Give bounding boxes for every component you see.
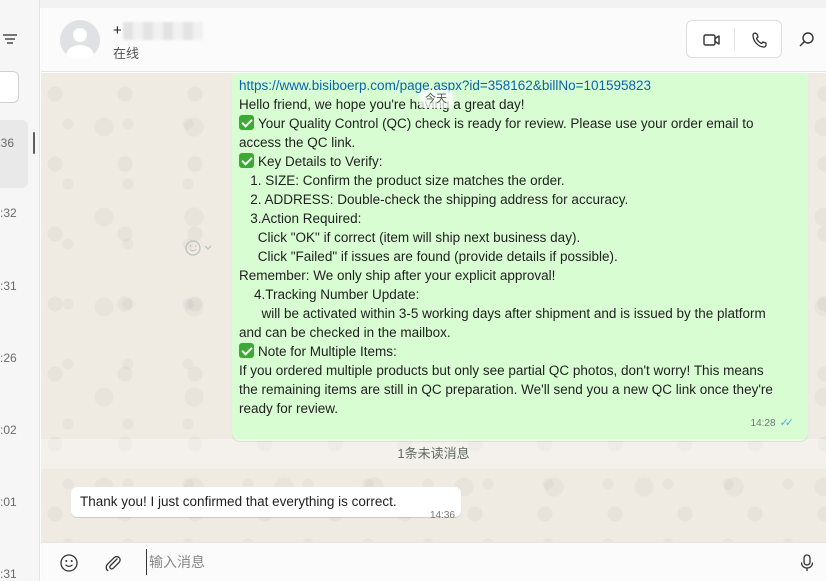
message-line: and can be checked in the mailbox. (239, 325, 451, 340)
message-line: 1. SIZE: Confirm the product size matche… (239, 173, 565, 188)
message-line: Key Details to Verify: (258, 154, 383, 169)
chat-list-time: :31 (0, 567, 17, 581)
incoming-message[interactable]: Thank you! I just confirmed that everyth… (71, 487, 461, 521)
chat-list-time: :31 (0, 279, 17, 293)
message-line: the remaining items are still in QC prep… (239, 382, 773, 397)
message-line: Click "Failed" if issues are found (prov… (239, 249, 618, 264)
chat-list-item[interactable]: :01 (0, 495, 28, 509)
date-separator: 今天 (419, 90, 453, 108)
message-composer (41, 542, 826, 581)
message-line: Your Quality Control (QC) check is ready… (258, 116, 754, 131)
chat-search-input[interactable] (0, 71, 19, 103)
read-receipt-icon: ✓✓ (779, 417, 795, 429)
outgoing-message[interactable]: https://www.bisiboerp.com/page.aspx?id=3… (232, 73, 808, 441)
window-top-strip (0, 0, 826, 8)
contact-status: 在线 (113, 46, 140, 61)
chat-list-time: :36 (0, 136, 14, 150)
message-line: 2. ADDRESS: Double-check the shipping ad… (239, 192, 629, 207)
call-buttons (686, 20, 782, 58)
voice-call-icon[interactable] (745, 29, 773, 51)
chat-list-item[interactable]: :31 (0, 279, 28, 293)
chat-list-item-active[interactable]: :36 (0, 120, 28, 188)
contact-name[interactable]: + (113, 22, 122, 39)
message-text: Thank you! I just confirmed that everyth… (80, 494, 397, 509)
emoji-icon[interactable] (59, 553, 79, 573)
message-line: Note for Multiple Items: (258, 344, 397, 359)
check-mark-icon (239, 343, 254, 358)
message-line: will be activated within 3-5 working day… (239, 306, 766, 321)
chat-list-time: :01 (0, 495, 17, 509)
reaction-icon[interactable] (183, 238, 217, 258)
message-line: 3.Action Required: (239, 211, 362, 226)
message-line: 4.Tracking Number Update: (239, 287, 420, 302)
message-time: 14:36 (429, 510, 455, 521)
message-area[interactable]: https://www.bisiboerp.com/page.aspx?id=3… (41, 73, 826, 542)
check-mark-icon (239, 153, 254, 168)
attachment-icon[interactable] (103, 553, 123, 573)
redacted-phone-number (123, 22, 203, 40)
message-line: Hello friend, we hope you're having a gr… (239, 97, 525, 112)
chat-list-time: :02 (0, 423, 17, 437)
chat-list-item[interactable]: :02 (0, 423, 28, 437)
message-input[interactable] (146, 549, 786, 575)
video-call-icon[interactable] (697, 29, 725, 51)
active-indicator (33, 132, 35, 154)
message-line: access the QC link. (239, 135, 356, 150)
chat-header: + 在线 (41, 8, 826, 72)
qc-link[interactable]: https://www.bisiboerp.com/page.aspx?id=3… (239, 76, 790, 95)
message-time: 14:28 (750, 418, 776, 429)
chat-list-item[interactable]: :31 (0, 567, 28, 581)
chat-list-time: :32 (0, 206, 17, 220)
message-line: Click "OK" if correct (item will ship ne… (239, 230, 581, 245)
chat-list-panel: :36 :32 :31 :26 :02 :01 :31 (0, 0, 40, 581)
chat-list-item[interactable]: :32 (0, 206, 28, 220)
chat-list-item[interactable]: :26 (0, 351, 28, 365)
message-line: Remember: We only ship after your explic… (239, 268, 556, 283)
filter-icon[interactable] (2, 31, 18, 47)
chat-list-time: :26 (0, 351, 17, 365)
check-mark-icon (239, 115, 254, 130)
avatar[interactable] (60, 20, 100, 60)
unread-messages-banner: 1条未读消息 (41, 439, 826, 469)
search-icon[interactable] (797, 30, 817, 50)
microphone-icon[interactable] (797, 553, 817, 573)
message-line: If you ordered multiple products but onl… (239, 363, 764, 378)
